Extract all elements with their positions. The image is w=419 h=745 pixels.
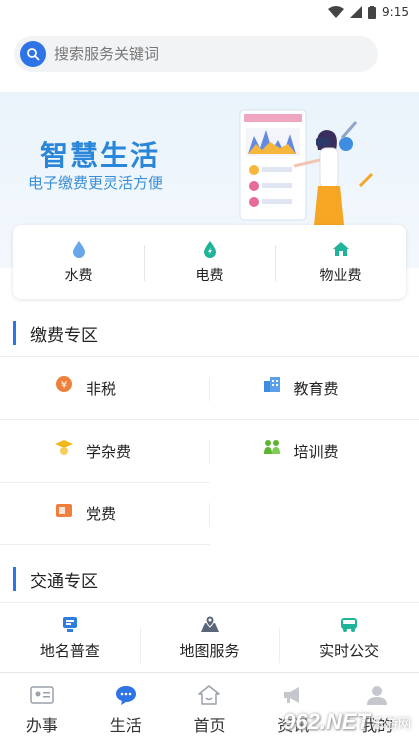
- watermark-logo: 962.NET: [283, 709, 370, 734]
- payment-label-training: 培训费: [293, 442, 339, 461]
- party-badge-icon: [54, 500, 74, 520]
- fee-label-property: 物业费: [319, 268, 362, 284]
- fee-item-property[interactable]: 物业费: [275, 225, 406, 299]
- traffic-section-header: 交通专区: [13, 566, 98, 592]
- traffic-label-map-service: 地图服务: [179, 642, 240, 660]
- electric-drop-icon: [200, 239, 220, 259]
- payment-row: ¥ 非税 教育费: [0, 356, 419, 419]
- school-building-icon: [262, 374, 282, 394]
- traffic-label-realtime-bus: 实时公交: [319, 642, 380, 660]
- section-accent-bar: [13, 567, 16, 591]
- fee-label-electric: 电费: [195, 268, 224, 284]
- payment-item-training[interactable]: 培训费: [210, 420, 419, 482]
- home-icon: [196, 682, 222, 708]
- wifi-icon: [328, 6, 345, 18]
- tab-label-life: 生活: [109, 716, 142, 735]
- tab-label-home: 首页: [193, 716, 226, 735]
- traffic-section-title: 交通专区: [30, 571, 98, 592]
- chat-bubble-icon: [113, 682, 139, 708]
- payment-item-party-fee[interactable]: 党费: [0, 483, 210, 544]
- banner-subtitle: 电子缴费更灵活方便: [28, 174, 164, 192]
- tab-affairs[interactable]: 办事: [0, 673, 84, 745]
- search-bar[interactable]: [14, 36, 378, 72]
- megaphone-icon: [280, 682, 306, 708]
- fee-item-water[interactable]: 水费: [13, 225, 144, 299]
- fee-label-water: 水费: [64, 268, 93, 284]
- id-card-icon: [29, 682, 55, 708]
- graduation-cap-icon: [54, 437, 74, 457]
- section-accent-bar: [13, 321, 16, 345]
- banner-illustration: [239, 109, 374, 225]
- tax-coin-icon: ¥: [54, 374, 74, 394]
- user-icon: [364, 682, 390, 708]
- payment-row: 党费: [0, 482, 210, 545]
- payment-label-nontax: 非税: [86, 379, 117, 398]
- payment-label-party-fee: 党费: [86, 505, 117, 523]
- traffic-label-place-survey: 地名普查: [39, 642, 100, 660]
- status-time: 9:15: [382, 5, 409, 19]
- status-bar: 9:15: [0, 0, 419, 24]
- training-people-icon: [262, 437, 282, 457]
- utility-fee-card: 水费 电费 物业费: [13, 225, 406, 299]
- payment-section-header: 缴费专区: [13, 320, 98, 346]
- water-drop-icon: [69, 239, 89, 259]
- payment-item-nontax[interactable]: ¥ 非税: [0, 357, 210, 419]
- payment-section-title: 缴费专区: [30, 325, 98, 346]
- traffic-grid: 地名普查 地图服务 实时公交: [0, 602, 419, 672]
- payment-label-education: 教育费: [293, 379, 339, 398]
- payment-item-education[interactable]: 教育费: [210, 357, 419, 419]
- traffic-item-realtime-bus[interactable]: 实时公交: [279, 603, 419, 672]
- tab-life[interactable]: 生活: [84, 673, 168, 745]
- traffic-item-map-service[interactable]: 地图服务: [139, 603, 280, 672]
- bus-icon: [339, 614, 359, 634]
- payment-item-misc-fee[interactable]: 学杂费: [0, 420, 210, 482]
- traffic-item-place-survey[interactable]: 地名普查: [0, 603, 140, 672]
- watermark-sub: 乐游网: [371, 716, 411, 732]
- search-icon[interactable]: [20, 41, 46, 67]
- battery-icon: [368, 5, 377, 19]
- tab-label-affairs: 办事: [25, 716, 58, 735]
- payment-grid: ¥ 非税 教育费 学杂费 培训费 党费: [0, 356, 419, 545]
- signal-icon: [350, 6, 363, 18]
- banner-title: 智慧生活: [40, 139, 161, 172]
- house-icon: [331, 239, 351, 259]
- search-input[interactable]: [54, 45, 354, 63]
- place-survey-icon: [60, 614, 80, 634]
- svg-text:¥: ¥: [61, 380, 67, 391]
- map-pin-icon: [200, 614, 220, 634]
- payment-row: 学杂费 培训费: [0, 419, 419, 482]
- watermark: 962.NET 乐游网: [283, 709, 411, 735]
- fee-item-electric[interactable]: 电费: [144, 225, 275, 299]
- payment-label-misc-fee: 学杂费: [86, 442, 132, 461]
- tab-home[interactable]: 首页: [168, 673, 252, 745]
